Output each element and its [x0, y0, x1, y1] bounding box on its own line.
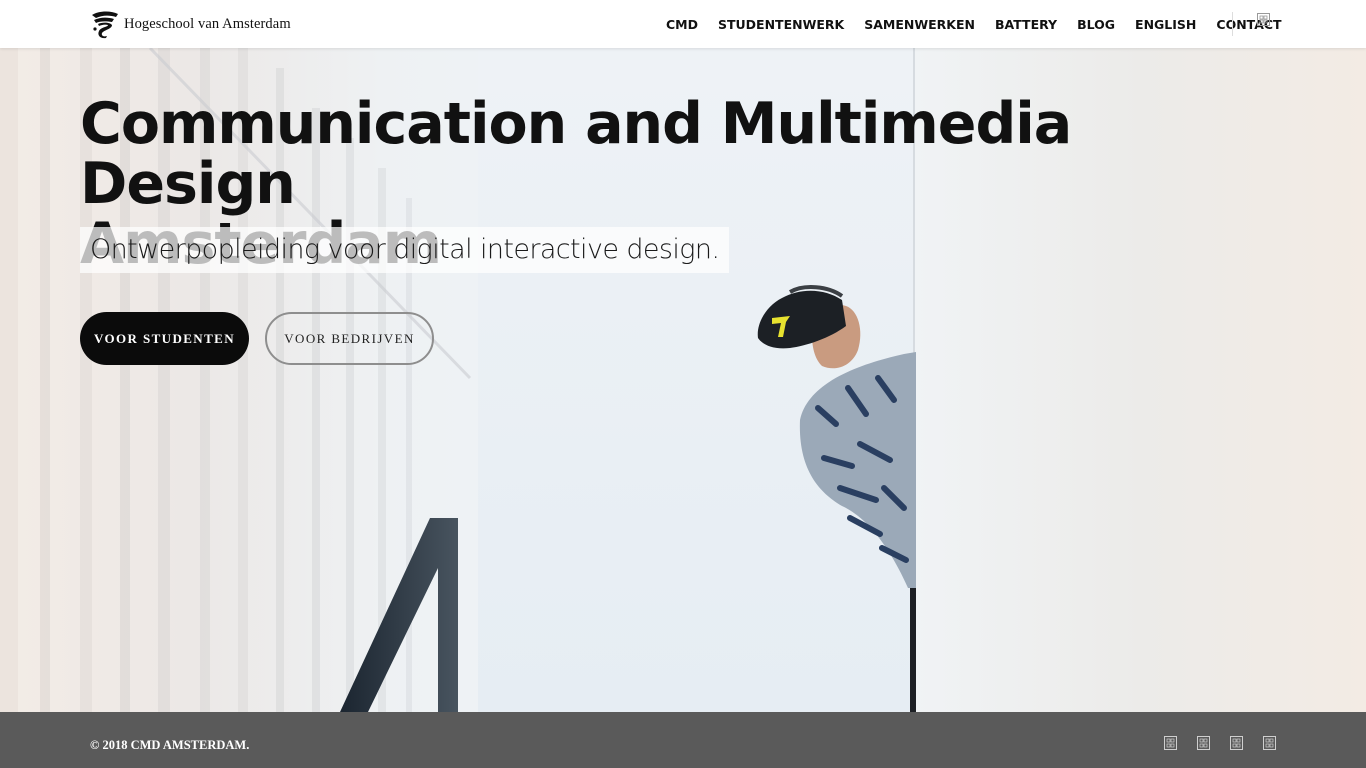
search-icon[interactable] — [1257, 13, 1270, 26]
social-icon-2[interactable] — [1197, 736, 1210, 750]
nav-item-battery[interactable]: BATTERY — [995, 17, 1057, 32]
nav-item-contact[interactable]: CONTACT — [1216, 17, 1281, 32]
nav-divider — [1232, 12, 1233, 36]
main-nav: CMD STUDENTENWERK SAMENWERKEN BATTERY BL… — [666, 0, 1282, 48]
site-footer: © 2018 CMD AMSTERDAM. — [0, 712, 1366, 768]
page-title-line-1: Communication and Multimedia Design — [80, 91, 1072, 217]
voor-bedrijven-button[interactable]: VOOR BEDRIJVEN — [265, 312, 434, 365]
social-icon-4[interactable] — [1263, 736, 1276, 750]
logo-text: Hogeschool van Amsterdam — [124, 15, 291, 32]
nav-item-blog[interactable]: BLOG — [1077, 17, 1115, 32]
logo-link[interactable]: Hogeschool van Amsterdam — [90, 9, 291, 39]
site-header: Hogeschool van Amsterdam CMD STUDENTENWE… — [0, 0, 1366, 48]
nav-item-english[interactable]: ENGLISH — [1135, 17, 1196, 32]
nav-item-studentenwerk[interactable]: STUDENTENWERK — [718, 17, 844, 32]
nav-item-cmd[interactable]: CMD — [666, 17, 698, 32]
social-icon-1[interactable] — [1164, 736, 1177, 750]
nav-item-samenwerken[interactable]: SAMENWERKEN — [864, 17, 975, 32]
hero-subtitle: Ontwerpopleiding voor digital interactiv… — [80, 227, 730, 273]
hva-logo-icon — [92, 11, 118, 39]
copyright-text: © 2018 CMD AMSTERDAM. — [90, 738, 250, 752]
hero-section: Communication and Multimedia Design Amst… — [0, 48, 1366, 712]
voor-studenten-button[interactable]: VOOR STUDENTEN — [80, 312, 249, 365]
social-icon-3[interactable] — [1230, 736, 1243, 750]
